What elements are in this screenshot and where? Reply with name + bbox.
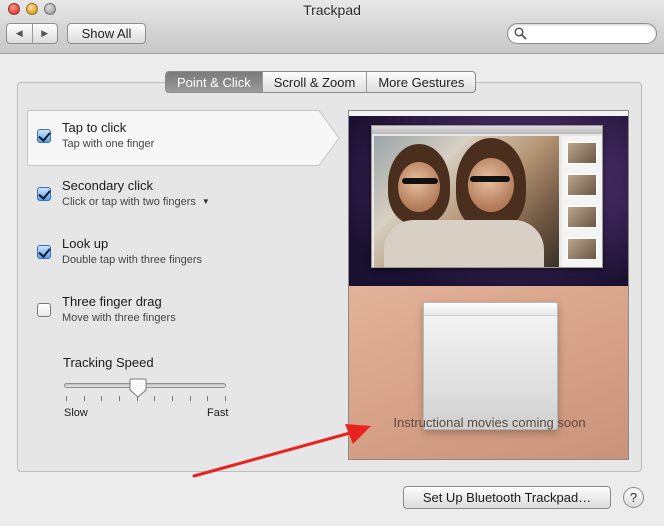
forward-arrow-icon[interactable]: ▶: [31, 24, 58, 43]
photo-face-right: [468, 158, 514, 212]
tracking-speed-label: Tracking Speed: [63, 355, 154, 370]
slider-tick: [225, 396, 226, 401]
tab-point-and-click[interactable]: Point & Click: [166, 72, 262, 92]
option-title: Look up: [62, 236, 109, 251]
slider-tick: [154, 396, 155, 401]
photo-sunglasses-right: [470, 176, 510, 182]
search-icon: [514, 27, 527, 40]
set-up-bluetooth-trackpad-button[interactable]: Set Up Bluetooth Trackpad…: [403, 486, 611, 509]
photo-face-left: [398, 162, 440, 212]
slider-tick: [119, 396, 120, 401]
preview-window-bar: [372, 126, 602, 134]
magic-trackpad-image: [423, 302, 558, 430]
preview-menubar: [349, 111, 628, 116]
option-title: Tap to click: [62, 120, 127, 135]
preview-thumbnail: [567, 142, 597, 164]
window-toolbar: Trackpad ◀ ▶ Show All: [0, 0, 664, 54]
dropdown-triangle-icon: ▼: [201, 197, 210, 206]
slider-tick: [84, 396, 85, 401]
search-field[interactable]: [507, 23, 657, 44]
secondary-click-checkbox[interactable]: [37, 187, 51, 201]
option-subtitle: Double tap with three fingers: [62, 254, 203, 266]
slider-tick: [66, 396, 67, 401]
option-subtitle: Tap with one finger: [62, 138, 155, 150]
preview-photo: [374, 136, 559, 267]
search-input[interactable]: [530, 26, 650, 41]
three-finger-drag-checkbox[interactable]: [37, 303, 51, 317]
photo-clothing: [384, 220, 544, 267]
slider-tick: [101, 396, 102, 401]
tap-to-click-checkbox[interactable]: [37, 129, 51, 143]
photo-sunglasses-left: [402, 178, 438, 184]
back-arrow-icon[interactable]: ◀: [7, 24, 32, 43]
slider-tick: [172, 396, 173, 401]
preview-message: Instructional movies coming soon: [393, 415, 586, 430]
preview-desk: [349, 286, 628, 459]
option-subtitle: Move with three fingers: [62, 312, 176, 324]
preview-thumbnail: [567, 206, 597, 228]
back-forward-control: ◀ ▶: [6, 23, 58, 44]
secondary-click-mode-popup[interactable]: Click or tap with two fingers ▼: [62, 196, 210, 208]
tracking-speed-slider-thumb[interactable]: [129, 378, 147, 398]
slider-min-label: Slow: [64, 407, 88, 419]
slider-tick: [190, 396, 191, 401]
tab-scroll-and-zoom[interactable]: Scroll & Zoom: [261, 72, 367, 92]
slider-max-label: Fast: [207, 407, 229, 419]
slider-tick: [207, 396, 208, 401]
option-subtitle: Click or tap with two fingers: [62, 196, 196, 208]
window-title: Trackpad: [303, 2, 361, 18]
preview-photo-window: [371, 125, 603, 268]
show-all-button[interactable]: Show All: [67, 23, 146, 44]
tab-bar: Point & Click Scroll & Zoom More Gesture…: [165, 71, 477, 93]
tab-more-gestures[interactable]: More Gestures: [366, 72, 475, 92]
help-button[interactable]: ?: [623, 487, 644, 508]
gesture-preview-video: Instructional movies coming soon: [348, 110, 629, 460]
option-title: Secondary click: [62, 178, 154, 193]
annotation-arrow: [192, 424, 371, 478]
preview-thumbnail: [567, 238, 597, 260]
preview-thumbnail: [567, 174, 597, 196]
preview-screen-image: [349, 111, 628, 286]
preview-thumbnails: [562, 136, 602, 267]
look-up-checkbox[interactable]: [37, 245, 51, 259]
option-title: Three finger drag: [62, 294, 162, 309]
